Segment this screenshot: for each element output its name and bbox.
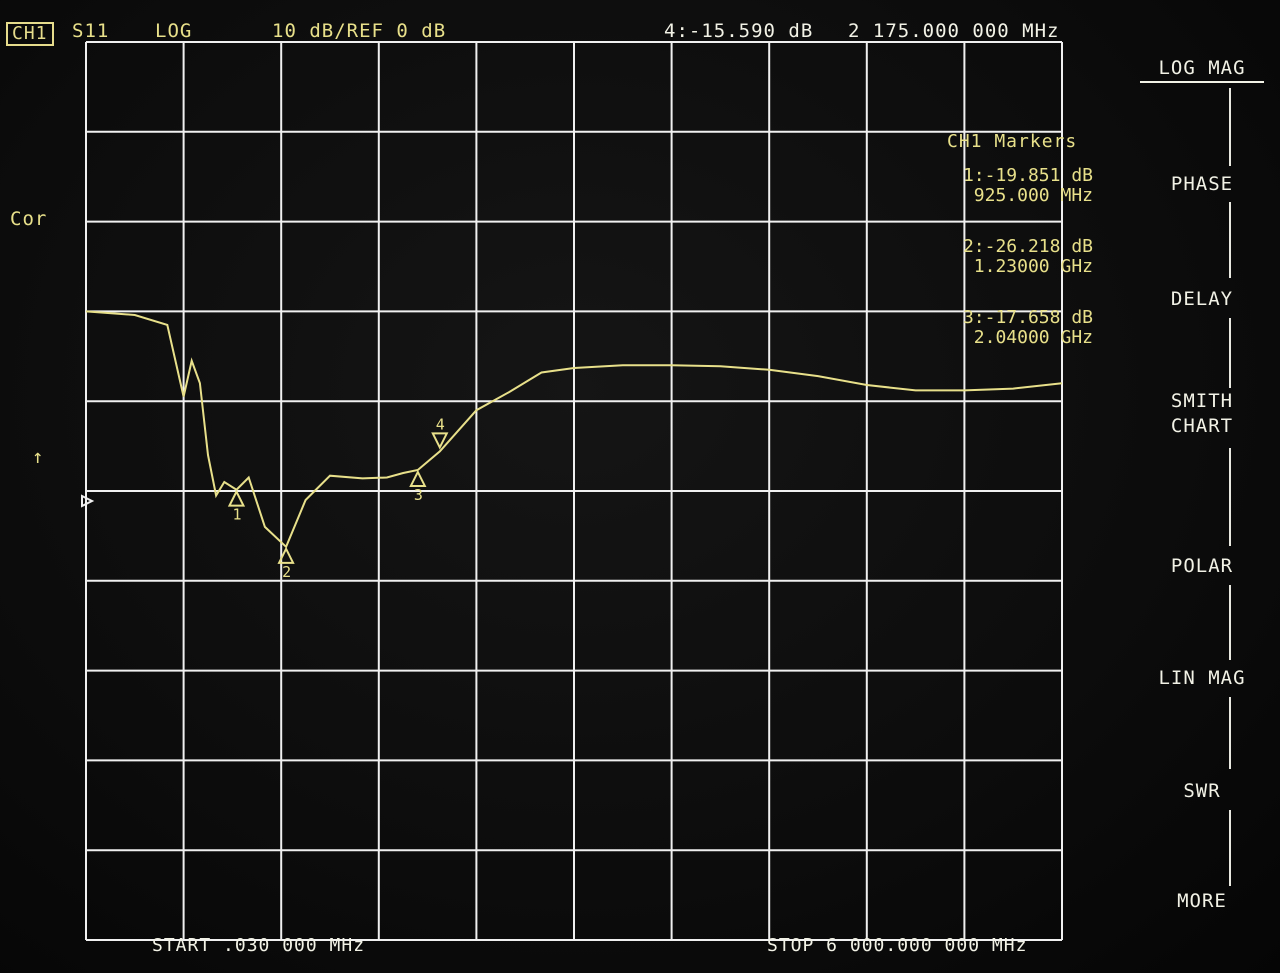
softkey-delay[interactable]: DELAY (1140, 287, 1264, 312)
softkey-polar[interactable]: POLAR (1140, 554, 1264, 579)
softkey-more[interactable]: MORE (1140, 889, 1264, 914)
softkey-divider (1229, 585, 1231, 660)
stop-frequency: STOP 6 000.000 000 MHz (767, 935, 1028, 956)
marker-entry: 3:-17.658 dB 2.04000 GHz (947, 308, 1107, 348)
marker-value: 3:-17.658 dB (962, 307, 1093, 328)
marker-panel-title: CH1 Markers (947, 131, 1078, 152)
softkey-divider (1229, 697, 1231, 769)
marker-value: 2:-26.218 dB (962, 236, 1093, 257)
softkey-divider (1229, 448, 1231, 546)
softkey-log-mag[interactable]: LOG MAG (1140, 56, 1264, 83)
trace-markers: 1 2 3 4 (227, 415, 449, 581)
marker-2-label: 2 (282, 563, 291, 581)
marker-frequency: 2.04000 GHz (973, 327, 1093, 348)
marker-frequency: 925.000 MHz (973, 185, 1093, 206)
softkey-lin-mag[interactable]: LIN MAG (1140, 666, 1264, 691)
marker-3-icon (409, 469, 427, 487)
graticule (85, 41, 1063, 941)
softkey-swr[interactable]: SWR (1140, 779, 1264, 804)
start-frequency: START .030 000 MHz (152, 935, 366, 956)
marker-4-label: 4 (436, 415, 445, 433)
softkey-smith-chart[interactable]: SMITH CHART (1140, 389, 1264, 439)
marker-panel: CH1 Markers 1:-19.851 dB 925.000 MHz 2:-… (947, 132, 1107, 379)
marker-entry: 1:-19.851 dB 925.000 MHz (947, 166, 1107, 206)
softkey-phase[interactable]: PHASE (1140, 172, 1264, 197)
marker-3-label: 3 (414, 486, 423, 504)
vna-screen: CH1 S11 LOG 10 dB/REF 0 dB 4:-15.590 dB … (0, 0, 1280, 973)
marker-value: 1:-19.851 dB (962, 165, 1093, 186)
marker-entry: 2:-26.218 dB 1.23000 GHz (947, 237, 1107, 277)
softkey-divider (1229, 810, 1231, 886)
marker-1-label: 1 (232, 506, 241, 524)
softkey-divider (1229, 88, 1231, 166)
softkey-smith-line2: CHART (1170, 415, 1234, 437)
softkey-smith-line1: SMITH (1170, 390, 1234, 412)
softkey-menu: LOG MAG PHASE DELAY SMITH CHART POLAR LI… (1140, 40, 1270, 970)
softkey-divider (1229, 318, 1231, 388)
marker-1-icon (227, 489, 246, 507)
softkey-divider (1229, 202, 1231, 278)
marker-frequency: 1.23000 GHz (973, 256, 1093, 277)
